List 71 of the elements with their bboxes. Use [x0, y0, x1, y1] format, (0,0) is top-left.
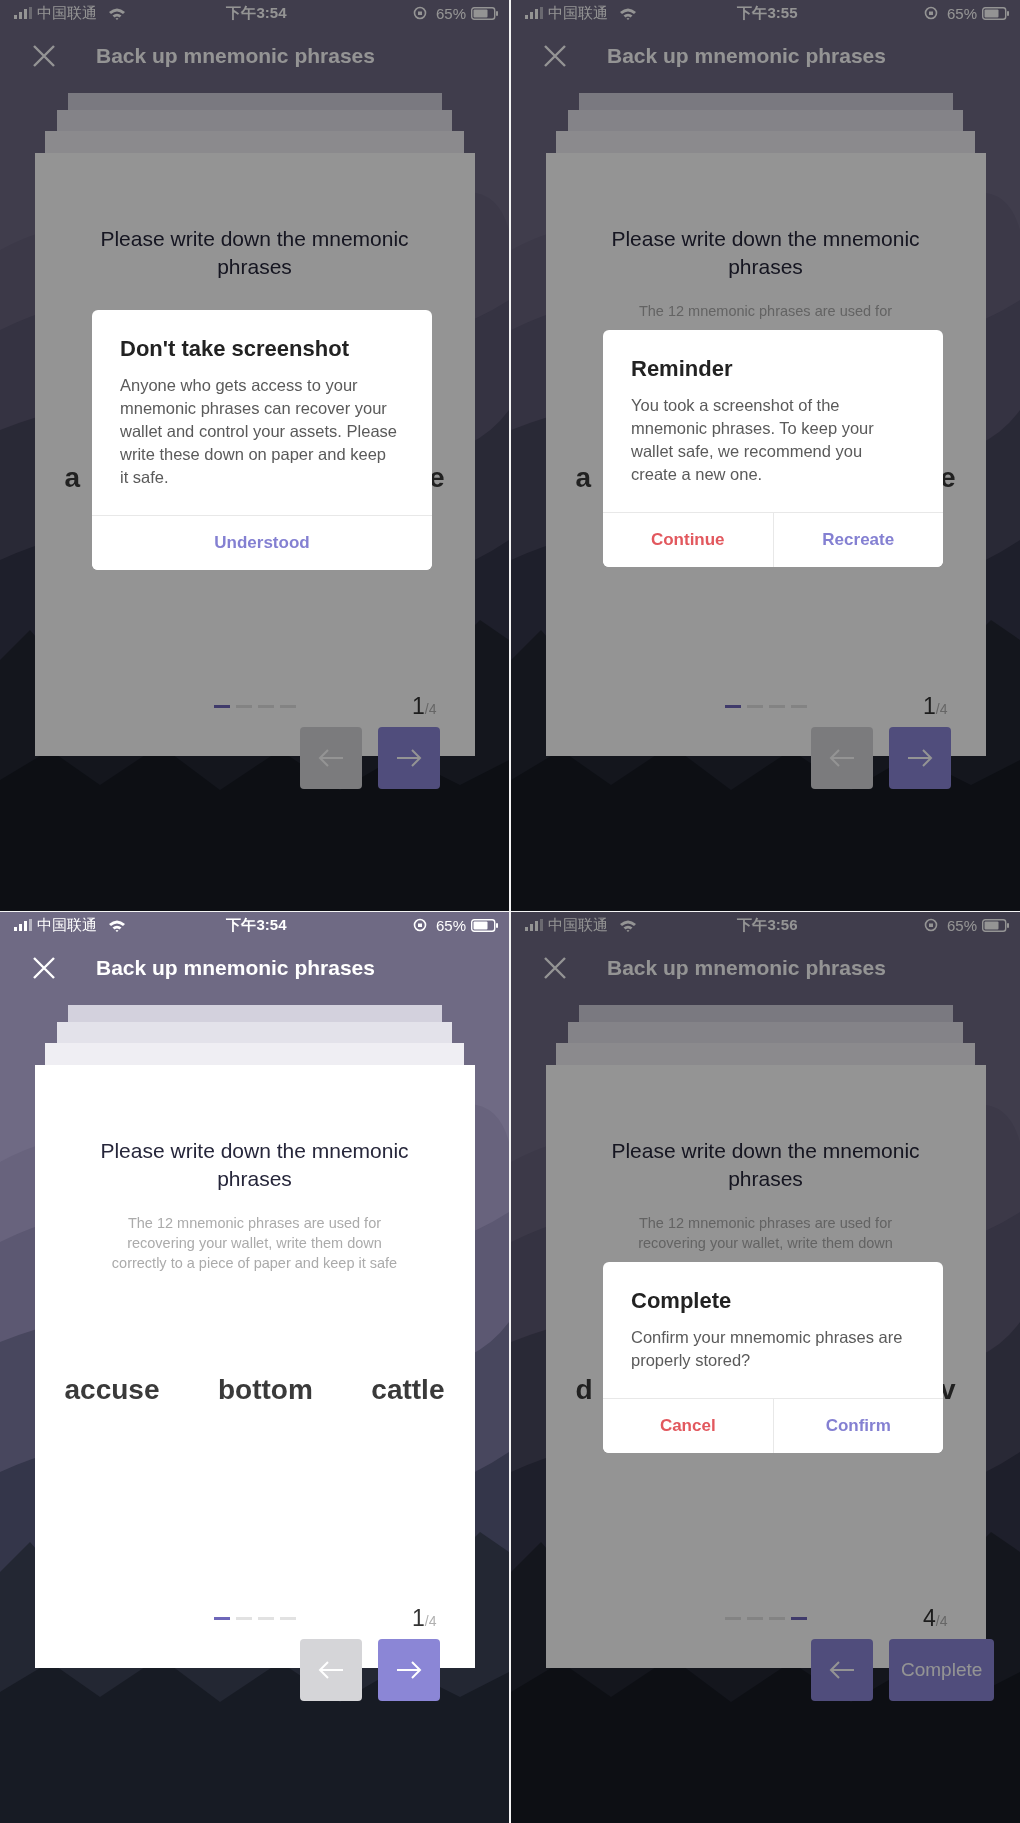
close-icon[interactable] [32, 956, 56, 980]
close-icon[interactable] [32, 44, 56, 68]
mnemonic-word: bottom [217, 1373, 313, 1407]
carrier-name: 中国联通 [37, 3, 97, 23]
battery-icon [982, 918, 1010, 932]
dialog-message: Confirm your mnemomic phrases are properly stored? [630, 1327, 904, 1371]
mnemonic-word: cattle [371, 1373, 445, 1407]
dialog-message: Anyone who gets access to your mnemonic phrases can recover your wallet and control your assets. Please write these down on paper and keep it safe. [119, 375, 398, 488]
screen-title: Back up mnemonic phrases [607, 956, 886, 980]
close-icon[interactable] [543, 44, 567, 68]
mnemonic-word: a [575, 461, 592, 495]
rotation-lock-icon [923, 6, 938, 20]
carrier-name: 中国联通 [37, 915, 97, 935]
page-number: 1 [923, 693, 936, 720]
dialog-button[interactable]: Recreate [772, 513, 943, 567]
battery-percent: 65% [946, 916, 977, 934]
screen-title: Back up mnemonic phrases [96, 956, 375, 980]
left-arrow-icon [829, 1660, 855, 1680]
card-subtitle: correctly to a piece of paper and keep it safe [111, 1254, 398, 1273]
complete-button[interactable]: Complete [889, 1639, 995, 1701]
battery-percent: 65% [946, 4, 977, 22]
carrier-name: 中国联通 [548, 3, 608, 23]
card-heading: Please write down the mnemonic phrases [610, 1138, 921, 1192]
close-icon[interactable] [543, 956, 567, 980]
page-number: 1 [412, 693, 425, 720]
right-arrow-icon [396, 1660, 422, 1680]
right-arrow-icon [907, 748, 933, 768]
left-arrow-icon [318, 748, 344, 768]
wifi-icon [619, 918, 637, 932]
left-arrow-icon [829, 748, 855, 768]
status-time: 下午3:55 [737, 3, 798, 23]
left-arrow-icon [318, 1660, 344, 1680]
status-time: 下午3:56 [737, 915, 798, 935]
mnemonic-word: a [64, 461, 81, 495]
screen-title: Back up mnemonic phrases [96, 44, 375, 68]
status-time: 下午3:54 [226, 915, 287, 935]
battery-icon [982, 6, 1010, 20]
dialog-message: You took a screenshot of the mnemonic phrases. To keep your wallet safe, we recommend you create a new one. [630, 395, 875, 485]
right-arrow-icon [396, 748, 422, 768]
battery-percent: 65% [435, 4, 466, 22]
wifi-icon [108, 918, 126, 932]
card-heading: Please write down the mnemonic phrases [99, 226, 410, 280]
dialog-title: Reminder [630, 355, 734, 382]
mnemonic-word: d [575, 1373, 593, 1407]
next-button[interactable] [378, 727, 440, 789]
status-time: 下午3:54 [226, 3, 287, 23]
screen-title: Back up mnemonic phrases [607, 44, 886, 68]
battery-percent: 65% [435, 916, 466, 934]
page-total: /4 [424, 1613, 437, 1629]
card-subtitle: recovering your wallet, write them down [127, 1234, 382, 1253]
next-button[interactable] [889, 727, 951, 789]
mnemonic-word: accuse [64, 1373, 160, 1407]
carrier-name: 中国联通 [548, 915, 608, 935]
dialog-title: Complete [630, 1287, 733, 1314]
page-number: 4 [923, 1605, 936, 1632]
card-heading: Please write down the mnemonic phrases [610, 226, 921, 280]
rotation-lock-icon [412, 6, 427, 20]
card-subtitle: The 12 mnemonic phrases are used for [127, 1214, 382, 1233]
wifi-icon [619, 6, 637, 20]
dialog-title: Don't take screenshot [119, 335, 350, 362]
dialog-button[interactable]: Confirm [772, 1399, 943, 1453]
back-button[interactable] [811, 1639, 873, 1701]
wifi-icon [108, 6, 126, 20]
card-heading: Please write down the mnemonic phrases [99, 1138, 410, 1192]
battery-icon [471, 6, 499, 20]
page-number: 1 [412, 1605, 425, 1632]
signal-icon [14, 919, 32, 931]
rotation-lock-icon [412, 918, 427, 932]
battery-icon [471, 918, 499, 932]
next-button[interactable] [378, 1639, 440, 1701]
rotation-lock-icon [923, 918, 938, 932]
